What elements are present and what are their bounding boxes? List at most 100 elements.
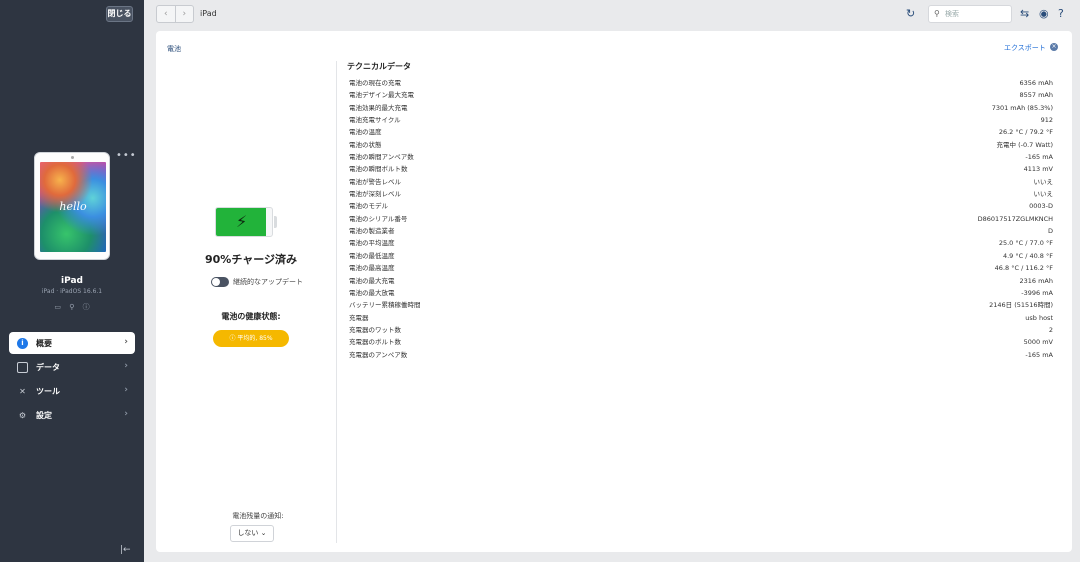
close-button[interactable]: 閉じる: [106, 6, 133, 22]
row-key: 充電器のワット数: [349, 325, 401, 334]
table-row: 電池の瞬間アンペア数 -165 mA: [349, 151, 1053, 163]
table-row: 電池充電サイクル 912: [349, 114, 1053, 126]
search-icon: ⚲: [934, 9, 940, 18]
device-image: hello: [34, 152, 110, 260]
toggle-label: 継続的なアップデート: [233, 278, 303, 286]
row-value: 2316 mAh: [1019, 276, 1053, 285]
chevron-right-icon: ›: [124, 337, 128, 347]
device-screen-text: hello: [59, 200, 87, 213]
sidebar: 閉じる hello ••• iPad iPad · iPadOS 16.6.1 …: [0, 0, 144, 562]
sidebar-nav: i 概要 › データ › ✕ ツール › ⚙ 設定 ›: [9, 332, 135, 428]
sidebar-item-label: ツール: [36, 386, 60, 396]
continuous-update-toggle[interactable]: [211, 277, 229, 287]
search-placeholder: 検索: [945, 10, 959, 18]
row-key: 電池のシリアル番号: [349, 214, 408, 223]
history-nav: ‹ ›: [156, 5, 194, 23]
table-row: 電池の最高温度 46.8 °C / 116.2 °F: [349, 262, 1053, 274]
topbar: ‹ › iPad ↻ ⚲ 検索 ⇆ ◉ ?: [144, 0, 1080, 30]
help-icon[interactable]: ?: [1058, 7, 1064, 20]
table-row: 電池が警告レベル いいえ: [349, 176, 1053, 188]
notify-label: 電池残量の通知:: [232, 512, 284, 520]
collapse-sidebar-icon[interactable]: |←: [120, 545, 131, 555]
sidebar-item-settings[interactable]: ⚙ 設定 ›: [9, 404, 135, 426]
table-row: 充電器のアンペア数 -165 mA: [349, 349, 1053, 361]
row-key: 電池の最低温度: [349, 251, 395, 260]
row-key: 電池の製造業者: [349, 227, 395, 236]
table-row: 電池の最大放電 -3996 mA: [349, 287, 1053, 299]
row-value: いいえ: [1033, 177, 1054, 186]
table-row: 電池効果的最大充電 7301 mAh (85.3%): [349, 102, 1053, 114]
refresh-icon[interactable]: ↻: [906, 7, 915, 20]
sidebar-item-label: データ: [36, 362, 60, 372]
row-value: 8557 mAh: [1019, 91, 1053, 100]
table-row: 電池の最低温度 4.9 °C / 40.8 °F: [349, 250, 1053, 262]
row-key: 電池の現在の充電: [349, 79, 401, 87]
health-badge: ⓘ 平均的, 85%: [213, 330, 289, 347]
battery-icon: ⚡: [215, 207, 277, 237]
health-label: 電池の健康状態:: [221, 312, 281, 321]
sidebar-item-label: 概要: [36, 338, 52, 348]
forward-button[interactable]: ›: [176, 6, 194, 22]
device-subtitle: iPad · iPadOS 16.6.1: [41, 288, 103, 295]
row-key: 電池の最高温度: [349, 264, 395, 273]
tech-title: テクニカルデータ: [347, 62, 411, 71]
sidebar-item-data[interactable]: データ ›: [9, 356, 135, 378]
row-value: 0003-D: [1029, 202, 1053, 211]
transfer-icon[interactable]: ⇆: [1020, 7, 1029, 20]
table-row: 充電器のワット数 2: [349, 324, 1053, 336]
divider: [336, 61, 337, 543]
row-value: -165 mA: [1025, 153, 1053, 162]
chevron-right-icon: ›: [124, 385, 128, 395]
row-key: 電池の平均温度: [349, 239, 395, 248]
data-icon: [17, 361, 28, 373]
row-value: D86017517ZGLMKNCH: [977, 214, 1053, 223]
device-name: iPad: [61, 276, 83, 286]
row-key: 電池の最大放電: [349, 288, 395, 297]
table-row: 電池のモデル 0003-D: [349, 200, 1053, 212]
table-row: 電池の瞬間ボルト数 4113 mV: [349, 163, 1053, 175]
row-key: 電池効果的最大充電: [349, 103, 408, 112]
row-value: usb host: [1025, 313, 1053, 322]
sidebar-item-overview[interactable]: i 概要 ›: [9, 332, 135, 354]
more-icon[interactable]: •••: [116, 150, 137, 161]
gear-icon: ⚙: [18, 410, 27, 420]
table-row: 電池の平均温度 25.0 °C / 77.0 °F: [349, 237, 1053, 249]
row-key: 電池の状態: [349, 140, 382, 149]
row-value: 5000 mV: [1023, 338, 1053, 347]
info-small-icon[interactable]: ⓘ: [83, 303, 90, 311]
export-button[interactable]: エクスポート: [1004, 43, 1046, 53]
row-key: 電池の瞬間ボルト数: [349, 165, 408, 174]
row-value: 46.8 °C / 116.2 °F: [994, 264, 1053, 273]
row-value: 7301 mAh (85.3%): [991, 103, 1053, 112]
row-key: 電池の瞬間アンペア数: [349, 153, 414, 162]
table-row: 電池の現在の充電 6356 mAh: [349, 77, 1053, 89]
row-value: 912: [1040, 116, 1053, 125]
notify-select-value: しない: [237, 529, 259, 537]
close-icon[interactable]: ×: [1050, 43, 1058, 51]
row-value: いいえ: [1033, 190, 1054, 199]
charge-status: 90%チャージ済み: [205, 253, 297, 266]
account-icon[interactable]: ◉: [1039, 7, 1049, 20]
info-icon: i: [17, 337, 28, 349]
row-key: 充電器のアンペア数: [349, 350, 408, 359]
sidebar-item-tools[interactable]: ✕ ツール ›: [9, 380, 135, 402]
chevron-right-icon: ›: [124, 409, 128, 419]
row-key: 電池が警告レベル: [349, 177, 401, 186]
notify-select[interactable]: しない ⌄: [230, 525, 274, 542]
row-value: 2146日 (51516時間): [989, 301, 1053, 310]
device-screen: hello: [40, 162, 106, 252]
back-button[interactable]: ‹: [157, 6, 176, 22]
battery-small-icon: ▭: [54, 303, 61, 311]
row-key: 電池の温度: [349, 128, 382, 137]
table-row: 電池が深刻レベル いいえ: [349, 188, 1053, 200]
bolt-icon: ⚡: [236, 212, 248, 231]
row-value: 6356 mAh: [1019, 79, 1053, 87]
search-input[interactable]: ⚲ 検索: [928, 5, 1012, 23]
table-row: 充電器 usb host: [349, 312, 1053, 324]
row-value: D: [1047, 227, 1053, 236]
row-key: 電池のモデル: [349, 202, 388, 211]
row-key: 電池が深刻レベル: [349, 190, 401, 199]
table-row: 電池デザイン最大充電 8557 mAh: [349, 89, 1053, 101]
row-key: 電池デザイン最大充電: [349, 91, 414, 100]
chevron-down-icon: ⌄: [260, 529, 267, 537]
